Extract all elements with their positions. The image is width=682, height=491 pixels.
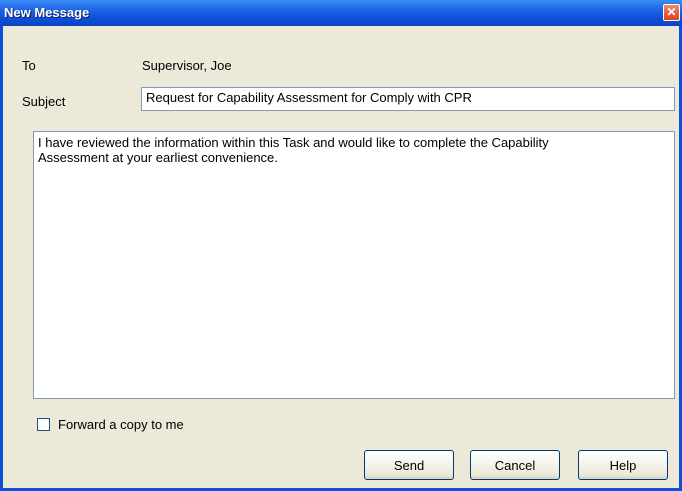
help-button[interactable]: Help	[578, 450, 668, 480]
subject-label: Subject	[22, 94, 66, 109]
close-icon: ✕	[666, 5, 677, 19]
message-body-textarea[interactable]: I have reviewed the information within t…	[33, 131, 675, 399]
window-title: New Message	[4, 5, 90, 20]
cancel-button[interactable]: Cancel	[470, 450, 560, 480]
close-button[interactable]: ✕	[663, 4, 680, 21]
send-button[interactable]: Send	[364, 450, 454, 480]
title-bar[interactable]: New Message ✕	[0, 0, 682, 26]
subject-field[interactable]: Request for Capability Assessment for Co…	[141, 87, 675, 111]
forward-copy-label[interactable]: Forward a copy to me	[58, 417, 184, 432]
forward-copy-checkbox[interactable]	[37, 418, 50, 431]
to-label: To	[22, 58, 36, 73]
to-value: Supervisor, Joe	[142, 58, 232, 73]
new-message-dialog: New Message ✕ To Supervisor, Joe Subject…	[0, 0, 682, 491]
